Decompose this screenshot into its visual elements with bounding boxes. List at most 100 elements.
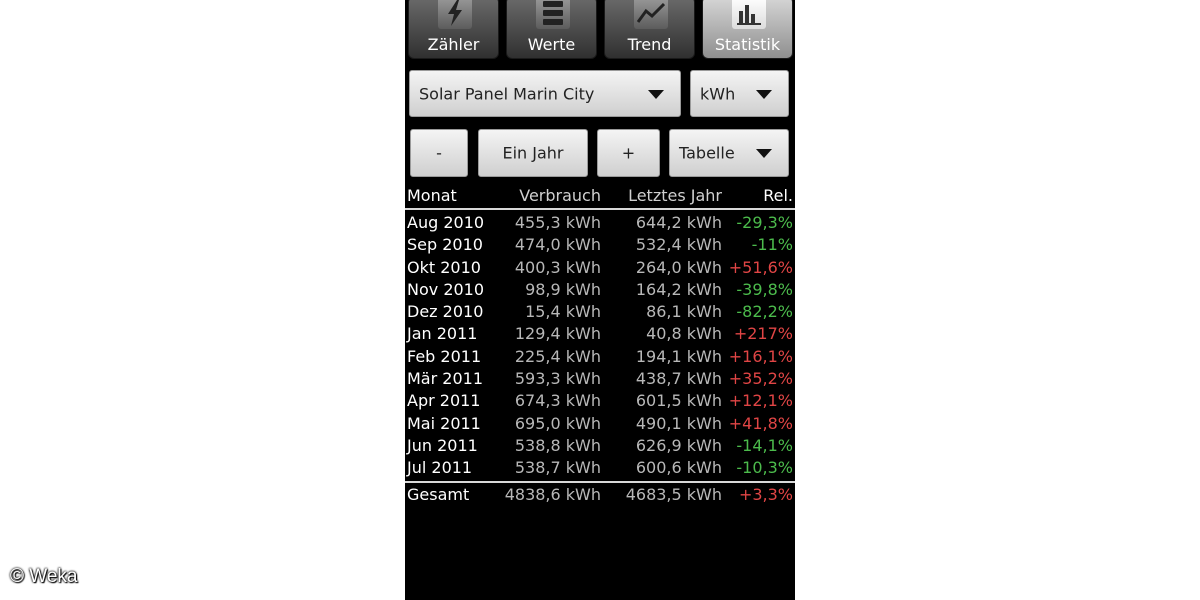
consumption-cell: 400,3 kWh [514,257,601,277]
relative-cell: +16,1% [728,346,793,366]
total-consumption: 4838,6 kWh [504,485,601,504]
consumption-cell: 129,4 kWh [514,324,601,344]
total-row: Gesamt 4838,6 kWh 4683,5 kWh +3,3% [405,485,795,507]
relative-cell: -39,8% [736,279,793,299]
consumption-cell: 593,3 kWh [514,369,601,389]
month-cell: Okt 2010 [407,257,481,277]
last-year-cell: 601,5 kWh [635,391,722,411]
tab-werte[interactable]: Werte [506,0,597,59]
bar-chart-icon [732,0,766,29]
tab-label: Werte [527,35,576,54]
last-year-cell: 264,0 kWh [635,257,722,277]
consumption-cell: 674,3 kWh [514,391,601,411]
table-row[interactable]: Mär 2011 593,3 kWh 438,7 kWh +35,2% [405,368,795,390]
tab-trend[interactable]: Trend [604,0,695,59]
minus-label: - [436,143,442,163]
relative-cell: -11% [751,235,793,255]
meter-select[interactable]: Solar Panel Marin City [409,70,681,117]
table-header: Monat Verbrauch Letztes Jahr Rel. [405,186,795,208]
last-year-cell: 644,2 kWh [635,213,722,232]
relative-cell: -14,1% [736,435,793,455]
consumption-cell: 455,3 kWh [514,213,601,232]
total-relative: +3,3% [738,485,793,504]
last-year-cell: 194,1 kWh [635,346,722,366]
month-cell: Dez 2010 [407,302,484,322]
period-label: Ein Jahr [502,143,564,163]
month-cell: Sep 2010 [407,235,483,255]
tab-label: Trend [627,35,672,54]
view-select[interactable]: Tabelle [669,129,789,177]
copyright-watermark: © Weka [10,566,78,587]
relative-cell: +12,1% [728,391,793,411]
table-row[interactable]: Jun 2011 538,8 kWh 626,9 kWh -14,1% [405,435,795,457]
month-cell: Apr 2011 [407,391,481,411]
unit-select[interactable]: kWh [690,70,789,117]
consumption-cell: 15,4 kWh [525,302,601,322]
table-row[interactable]: Dez 2010 15,4 kWh 86,1 kWh -82,2% [405,301,795,323]
month-cell: Jan 2011 [407,324,478,344]
month-cell: Mai 2011 [407,413,481,433]
period-button[interactable]: Ein Jahr [478,129,588,177]
statistics-table: Aug 2010 455,3 kWh 644,2 kWh -29,3% Sep 2010… [405,212,795,480]
tab-bar: Zähler Werte Trend Statistik [408,0,794,60]
last-year-cell: 600,6 kWh [635,458,722,478]
table-row[interactable]: Sep 2010 474,0 kWh 532,4 kWh -11% [405,234,795,256]
next-period-button[interactable]: + [597,129,660,177]
consumption-cell: 98,9 kWh [525,279,601,299]
last-year-cell: 490,1 kWh [635,413,722,433]
consumption-cell: 225,4 kWh [514,346,601,366]
relative-cell: -82,2% [736,302,793,322]
month-cell: Jul 2011 [407,458,473,478]
tab-label: Zähler [427,35,480,54]
last-year-cell: 532,4 kWh [635,235,722,255]
chevron-down-icon [756,89,772,99]
list-icon [536,0,570,29]
total-last-year: 4683,5 kWh [625,485,722,504]
table-row[interactable]: Okt 2010 400,3 kWh 264,0 kWh +51,6% [405,257,795,279]
table-row[interactable]: Aug 2010 455,3 kWh 644,2 kWh -29,3% [405,212,795,234]
table-row[interactable]: Feb 2011 225,4 kWh 194,1 kWh +16,1% [405,346,795,368]
total-label: Gesamt [407,485,470,504]
header-last-year: Letztes Jahr [628,186,722,205]
consumption-cell: 474,0 kWh [514,235,601,255]
last-year-cell: 626,9 kWh [635,435,722,455]
relative-cell: +35,2% [728,369,793,389]
header-month: Monat [407,186,457,205]
last-year-cell: 164,2 kWh [635,279,722,299]
consumption-cell: 538,7 kWh [514,458,601,478]
header-relative: Rel. [763,186,793,205]
relative-cell: -29,3% [736,213,793,232]
previous-period-button[interactable]: - [410,129,468,177]
last-year-cell: 40,8 kWh [646,324,722,344]
last-year-cell: 438,7 kWh [635,369,722,389]
month-cell: Mär 2011 [407,369,483,389]
table-row[interactable]: Jul 2011 538,7 kWh 600,6 kWh -10,3% [405,457,795,479]
header-consumption: Verbrauch [519,186,601,205]
meter-select-value: Solar Panel Marin City [419,84,595,103]
table-row[interactable]: Nov 2010 98,9 kWh 164,2 kWh -39,8% [405,279,795,301]
table-row[interactable]: Apr 2011 674,3 kWh 601,5 kWh +12,1% [405,390,795,412]
relative-cell: -10,3% [736,458,793,478]
relative-cell: +217% [733,324,793,344]
relative-cell: +41,8% [728,413,793,433]
unit-select-value: kWh [700,84,736,103]
view-select-value: Tabelle [679,143,735,163]
header-divider [405,208,795,210]
consumption-cell: 538,8 kWh [514,435,601,455]
tab-statistik[interactable]: Statistik [702,0,793,59]
month-cell: Jun 2011 [407,435,478,455]
tab-zaehler[interactable]: Zähler [408,0,499,59]
table-row[interactable]: Mai 2011 695,0 kWh 490,1 kWh +41,8% [405,413,795,435]
last-year-cell: 86,1 kWh [646,302,722,322]
total-divider [405,481,795,483]
month-cell: Nov 2010 [407,279,485,299]
app-screen: Zähler Werte Trend Statistik Solar Panel… [405,0,795,600]
relative-cell: +51,6% [728,257,793,277]
table-row[interactable]: Jan 2011 129,4 kWh 40,8 kWh +217% [405,323,795,345]
month-cell: Aug 2010 [407,213,485,232]
chevron-down-icon [648,89,664,99]
consumption-cell: 695,0 kWh [514,413,601,433]
chevron-down-icon [756,149,772,158]
tab-label: Statistik [714,35,781,54]
trend-icon [634,0,668,29]
